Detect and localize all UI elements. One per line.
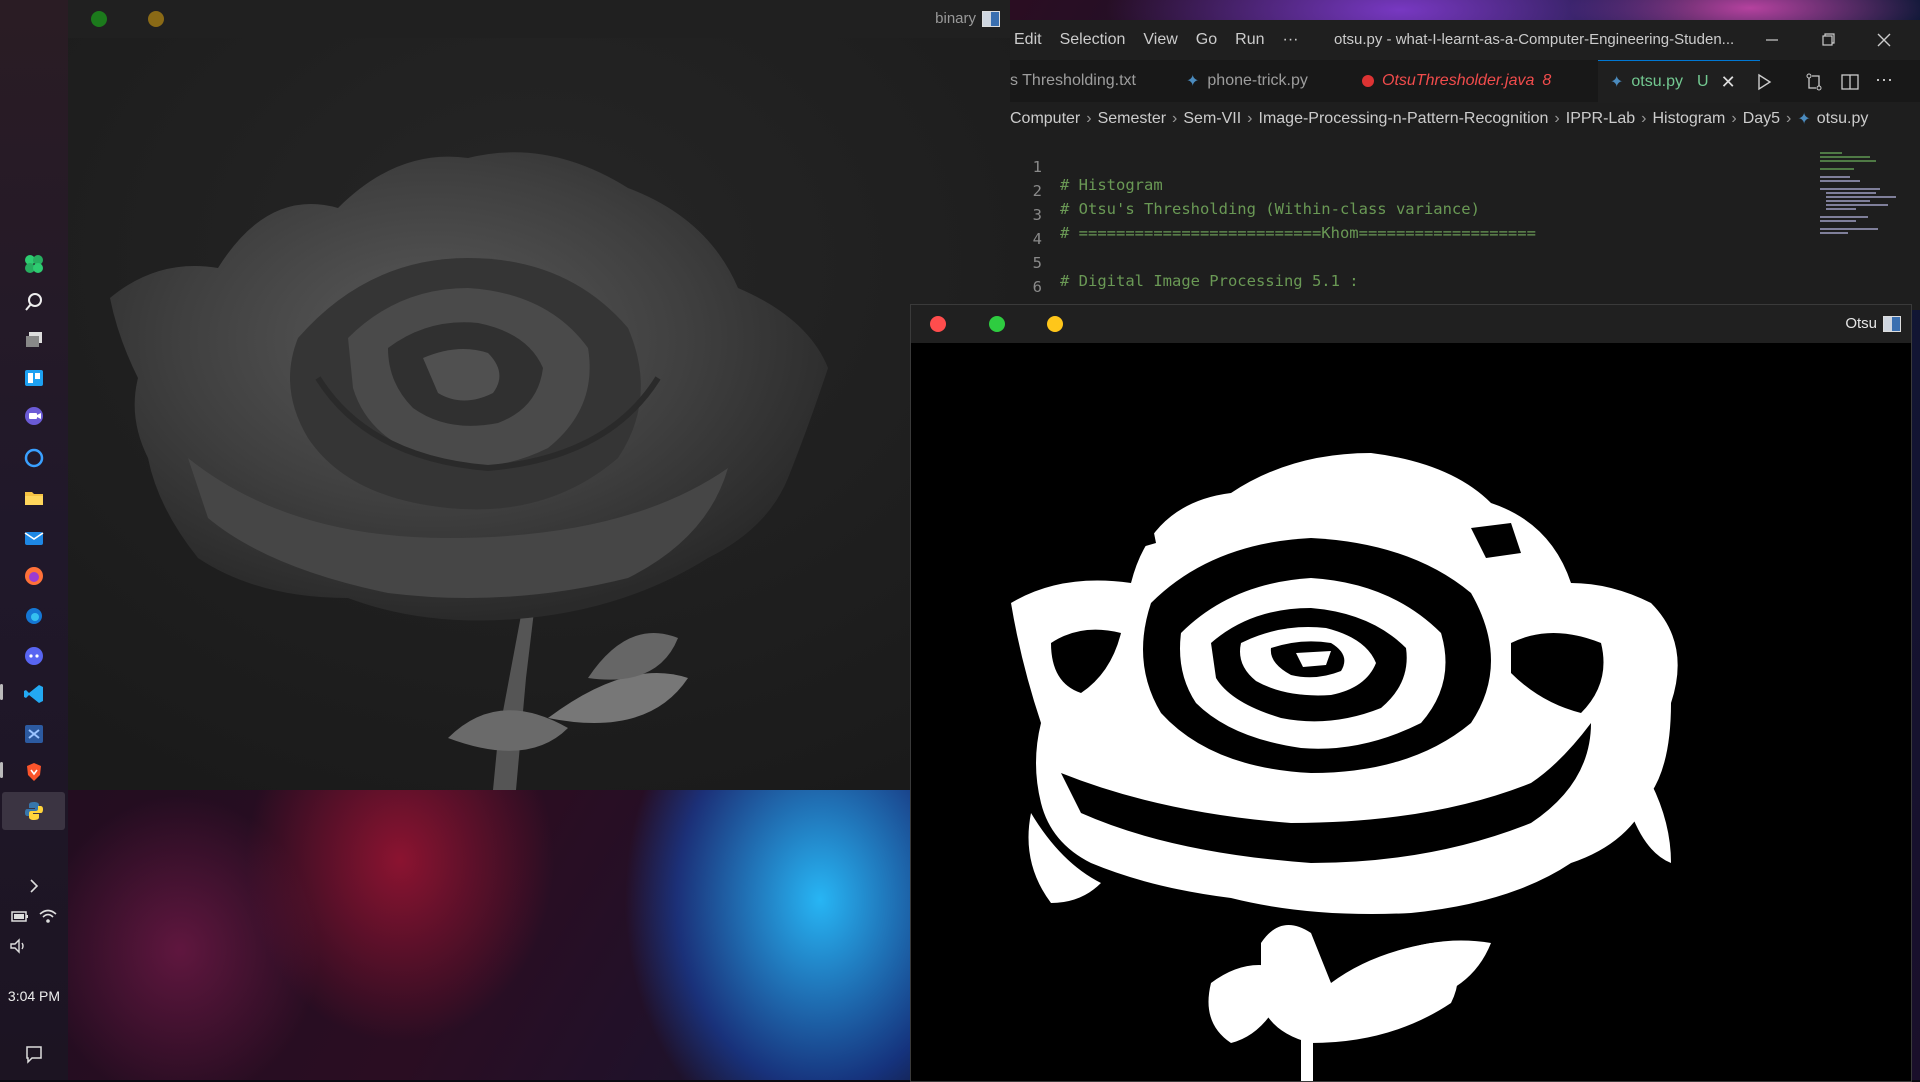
tab-label: phone-trick.py (1207, 72, 1308, 89)
vscode-running-indicator (0, 684, 3, 700)
breadcrumb-item[interactable]: Image-Processing-n-Pattern-Recognition (1259, 110, 1549, 128)
search-icon[interactable] (20, 288, 48, 316)
cortana-icon[interactable] (20, 444, 48, 472)
chat-icon[interactable] (20, 402, 48, 430)
window-title: binary (935, 10, 1000, 27)
breadcrumb-item[interactable]: Sem-VII (1183, 110, 1241, 128)
chevron-right-icon: › (1086, 110, 1092, 127)
window-minimize-button[interactable] (1760, 28, 1784, 52)
mail-icon[interactable] (20, 524, 48, 552)
code-line: 1 # Histogram (1010, 140, 1163, 194)
maximize-button[interactable] (989, 316, 1005, 332)
maximize-button[interactable] (91, 11, 107, 27)
chevron-right-icon: › (1641, 110, 1647, 127)
breadcrumb-item[interactable]: Histogram (1652, 110, 1725, 128)
brave-icon[interactable] (20, 758, 48, 786)
firefox-icon[interactable] (20, 562, 48, 590)
chevron-right-icon: › (1786, 110, 1792, 127)
tab-git-status: U (1697, 73, 1709, 90)
minimize-button[interactable] (1047, 316, 1063, 332)
visual-studio-icon[interactable] (20, 720, 48, 748)
store-icon[interactable] (20, 364, 48, 392)
code-line: 4 (1010, 212, 1066, 248)
clover-app-icon[interactable] (20, 250, 48, 278)
python-file-icon: ✦ (1610, 74, 1624, 91)
image-window-icon (1883, 315, 1901, 332)
image-window-icon (982, 10, 1000, 27)
notification-center-icon[interactable] (20, 1040, 48, 1068)
breadcrumb-item[interactable]: otsu.py (1817, 110, 1869, 128)
task-view-icon[interactable] (20, 326, 48, 354)
binary-window-titlebar[interactable]: binary (68, 0, 1010, 39)
vscode-icon[interactable] (20, 680, 48, 708)
split-editor-icon[interactable] (1838, 70, 1862, 94)
tab-label: otsu.py (1631, 73, 1683, 90)
tab-thresholding-txt[interactable]: s Thresholding.txt (1010, 60, 1180, 102)
window-title: Otsu (1845, 315, 1901, 332)
breadcrumb-item[interactable]: IPPR-Lab (1566, 110, 1635, 128)
code-line: 2 # Otsu's Thresholding (Within-class va… (1010, 164, 1480, 218)
run-file-icon[interactable] (1752, 70, 1776, 94)
tab-problem-count: 8 (1542, 72, 1552, 89)
menu-more[interactable]: ··· (1283, 31, 1299, 49)
vscode-tab-bar: s Thresholding.txt ✦ phone-trick.py Otsu… (1010, 60, 1920, 103)
tab-label: s Thresholding.txt (1010, 72, 1136, 89)
code-line: 3 # ==========================Khom======… (1010, 188, 1536, 242)
code-text: # Otsu's Thresholding (Within-class vari… (1060, 200, 1480, 218)
python-icon[interactable] (20, 797, 48, 825)
code-line: 6 (1010, 260, 1066, 296)
java-error-icon (1362, 75, 1374, 87)
vscode-window[interactable]: Edit Selection View Go Run ··· otsu.py -… (1010, 20, 1920, 310)
battery-icon[interactable] (6, 902, 34, 930)
minimize-button[interactable] (148, 11, 164, 27)
window-restore-button[interactable] (1816, 28, 1840, 52)
breadcrumb-item[interactable]: Day5 (1743, 110, 1780, 128)
chevron-right-icon: › (1731, 110, 1737, 127)
menu-view[interactable]: View (1143, 31, 1177, 49)
tab-otsuthresholder-java[interactable]: OtsuThresholder.java 8 (1362, 60, 1592, 102)
taskbar: 3:04 PM (0, 0, 68, 1080)
wifi-icon[interactable] (34, 902, 62, 930)
menu-selection[interactable]: Selection (1060, 31, 1126, 49)
menu-run[interactable]: Run (1235, 31, 1264, 49)
tab-close-icon[interactable]: ✕ (1721, 72, 1736, 93)
code-text: # Histogram (1060, 176, 1163, 194)
otsu-image-window[interactable]: Otsu (910, 304, 1912, 1082)
code-text: # ==========================Khom========… (1060, 224, 1536, 242)
volume-icon[interactable] (4, 932, 32, 960)
python-file-icon: ✦ (1186, 73, 1200, 90)
edge-icon[interactable] (20, 602, 48, 630)
chevron-right-icon: › (1554, 110, 1560, 127)
code-line: 5 # Digital Image Processing 5.1 : (1010, 236, 1359, 290)
window-close-button[interactable] (1872, 28, 1896, 52)
breadcrumb-item[interactable]: Semester (1098, 110, 1166, 128)
code-text: # Digital Image Processing 5.1 : (1060, 272, 1359, 290)
breadcrumb-item[interactable]: Computer (1010, 110, 1080, 128)
more-actions-icon[interactable]: ⋯ (1872, 70, 1896, 94)
breadcrumb: Computer › Semester › Sem-VII › Image-Proce… (1010, 102, 1920, 136)
chevron-right-icon[interactable] (20, 872, 48, 900)
code-editor[interactable]: 1 # Histogram 2 # Otsu's Thresholding (W… (1010, 136, 1920, 310)
vscode-window-title: otsu.py - what-I-learnt-as-a-Computer-En… (1334, 31, 1735, 48)
menu-go[interactable]: Go (1196, 31, 1217, 49)
otsu-window-titlebar[interactable]: Otsu (911, 305, 1911, 343)
tab-label: OtsuThresholder.java (1382, 72, 1535, 89)
file-explorer-icon[interactable] (20, 484, 48, 512)
python-file-icon: ✦ (1797, 111, 1811, 128)
discord-icon[interactable] (20, 642, 48, 670)
menu-edit[interactable]: Edit (1014, 31, 1042, 49)
code-minimap[interactable] (1816, 150, 1904, 260)
chevron-right-icon: › (1247, 110, 1253, 127)
tab-otsu-py[interactable]: ✦ otsu.py U ✕ (1598, 60, 1760, 103)
tab-phone-trick-py[interactable]: ✦ phone-trick.py (1186, 60, 1356, 102)
otsu-thresholded-rose-image (911, 343, 1911, 1081)
chevron-right-icon: › (1172, 110, 1178, 127)
close-button[interactable] (930, 316, 946, 332)
taskbar-clock[interactable]: 3:04 PM (0, 988, 68, 1004)
compare-changes-icon[interactable] (1802, 70, 1826, 94)
binary-image-window[interactable]: binary (68, 0, 1010, 790)
brave-running-indicator (0, 762, 3, 778)
grayscale-rose-image (68, 38, 1010, 790)
